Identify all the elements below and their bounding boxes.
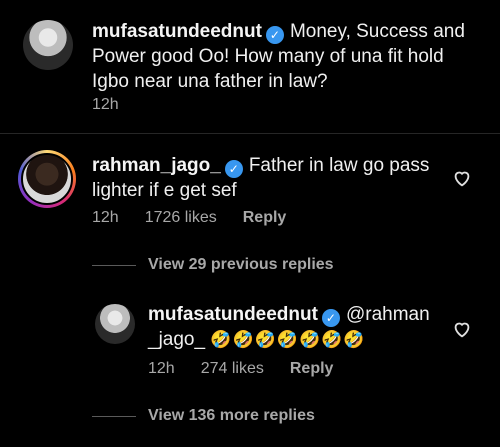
mention-link[interactable]: @rahman [346,304,430,325]
avatar [21,153,73,205]
heart-outline-icon[interactable] [451,318,473,340]
thread-line [92,265,136,266]
reply-username[interactable]: mufasatundeednut [148,304,318,325]
laughing-emoji-icon: 🤣🤣🤣🤣🤣🤣🤣 [210,330,366,349]
mention-link-cont[interactable]: _jago_ [148,329,205,350]
verified-badge-icon: ✓ [265,26,284,44]
reply-button[interactable]: Reply [243,209,287,226]
view-previous-replies[interactable]: View 29 previous replies [148,256,334,274]
avatar-story-ring[interactable] [18,150,76,208]
verified-badge-icon: ✓ [224,160,243,178]
reply-username[interactable]: rahman_jago_ [92,155,221,176]
reply-body: rahman_jago_ ✓ Father in law go pass light… [92,153,442,203]
reply-time: 12h [148,360,175,377]
reply-meta: 12h 1726 likes Reply [92,209,312,227]
divider [0,133,500,134]
comment-time: 12h [92,96,119,113]
reply-meta: 12h 274 likes Reply [148,360,359,378]
reply-likes[interactable]: 1726 likes [145,209,217,226]
heart-outline-icon[interactable] [451,167,473,189]
comment-meta: 12h [92,96,145,114]
reply-body: mufasatundeednut ✓ @rahman _jago_ 🤣🤣🤣🤣🤣🤣🤣 [148,302,438,352]
view-more-replies[interactable]: View 136 more replies [148,407,315,425]
reply-time: 12h [92,209,119,226]
verified-badge-icon: ✓ [321,309,340,327]
avatar[interactable] [95,304,135,344]
thread-line [92,416,136,417]
comment-username[interactable]: mufasatundeednut [92,21,262,42]
reply-likes[interactable]: 274 likes [201,360,264,377]
comment-body: mufasatundeednut ✓ Money, Success and Powe… [92,19,472,94]
avatar[interactable] [23,20,73,70]
reply-button[interactable]: Reply [290,360,334,377]
